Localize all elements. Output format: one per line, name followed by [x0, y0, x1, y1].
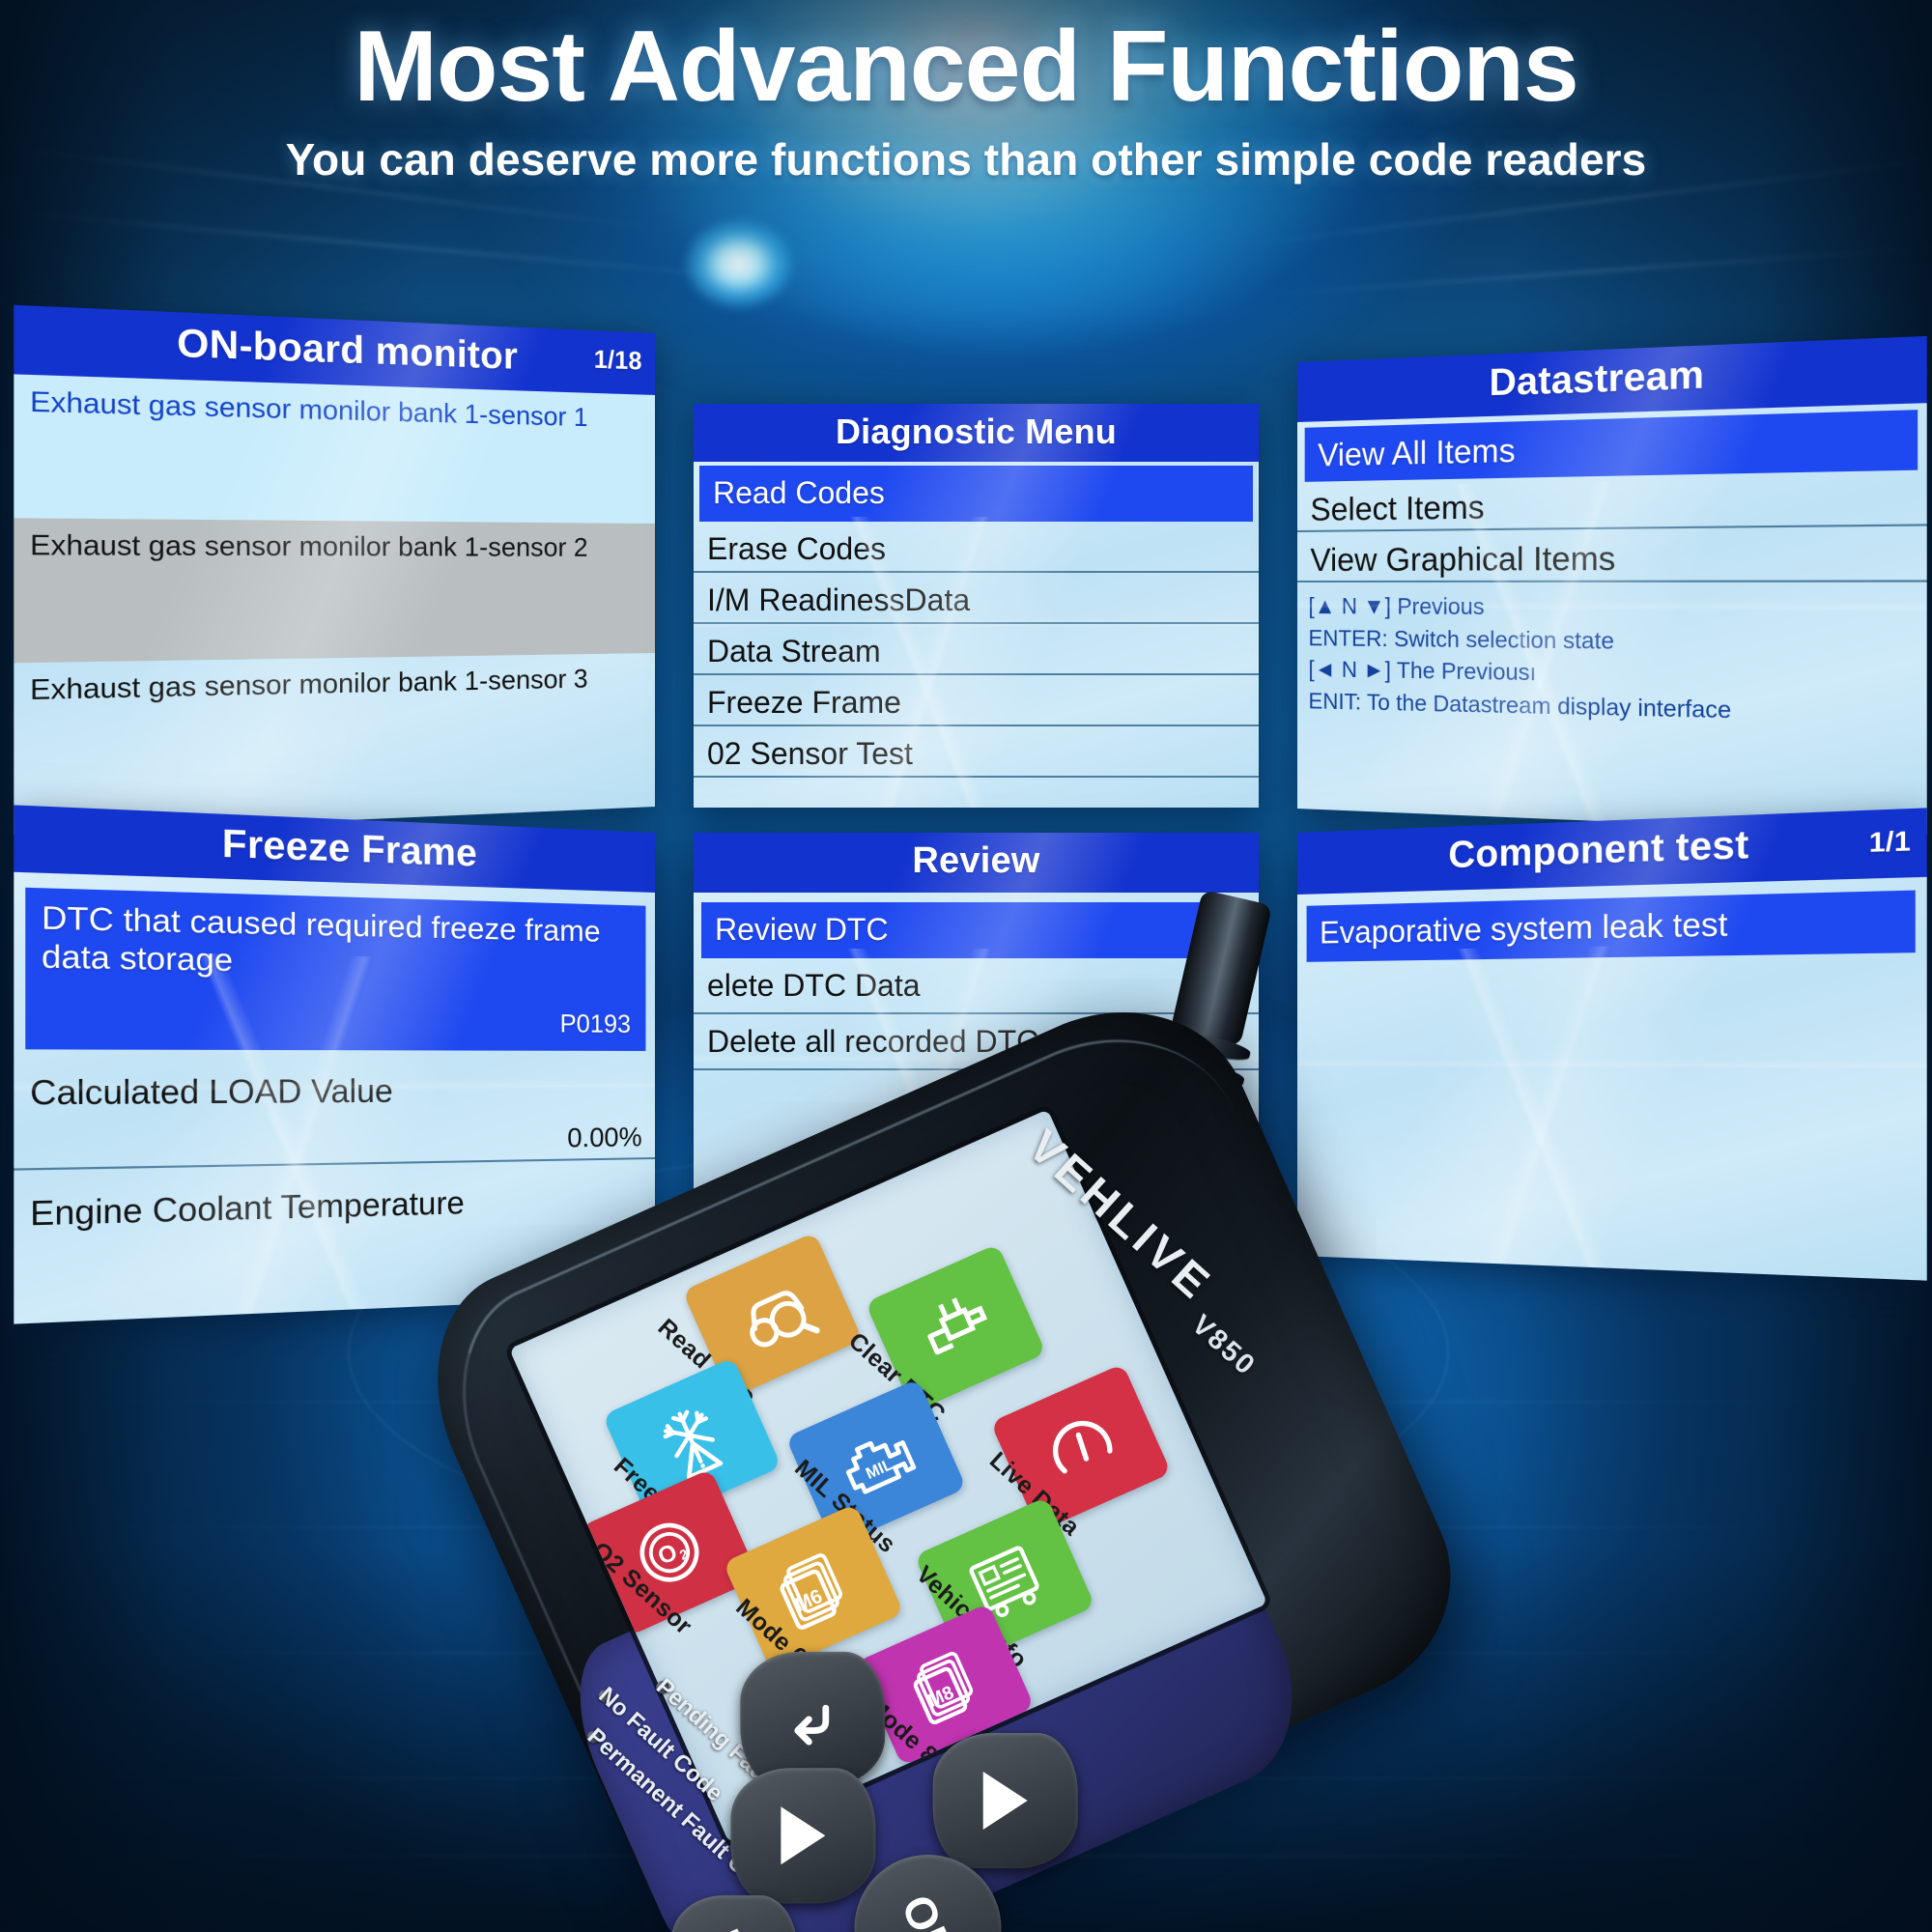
tile-live-data[interactable] — [990, 1363, 1172, 1532]
list-item-label: Select Items — [1310, 488, 1485, 527]
panel-title: Datastream — [1489, 354, 1705, 405]
list-item[interactable]: Data Stream — [694, 624, 1259, 675]
hero-heading: Most Advanced Functions You can deserve … — [0, 14, 1932, 185]
ok-label: OK — [891, 1887, 965, 1932]
list-item-label: DTC that caused required freeze frame da… — [41, 898, 601, 979]
list-item-label: Exhaust gas sensor monilor bank 1-sensor… — [30, 664, 588, 706]
device-shell: Read DTC Clear DTC Freeze MIL MIL Status… — [395, 967, 1489, 1932]
list-item[interactable]: Select Items — [1297, 469, 1927, 532]
panel-title: Freeze Frame — [221, 822, 477, 875]
wrench-icon — [926, 1297, 987, 1355]
list-item[interactable]: Exhaust gas sensor monilor bank 1-sensor… — [14, 518, 656, 664]
list-item[interactable]: Evaporative system leak test — [1306, 890, 1916, 962]
car-magnifier-icon — [749, 1291, 820, 1348]
page-indicator: 1/1 — [1868, 824, 1912, 859]
list-item-label: Freeze Frame — [707, 685, 901, 720]
down-button[interactable] — [932, 1732, 1078, 1868]
list-item[interactable]: Erase Codes — [694, 522, 1259, 573]
back-button[interactable] — [740, 1651, 886, 1787]
list-item-label: Exhaust gas sensor monilor bank 1-sensor… — [30, 528, 588, 562]
panel-header: Review — [694, 833, 1259, 893]
screenshot-panel-datastream: Datastream View All Items Select Items V… — [1297, 335, 1927, 836]
list-item[interactable]: Exhaust gas sensor monilor bank 1-sensor… — [14, 374, 656, 524]
list-item-label: View Graphical Items — [1310, 539, 1616, 578]
obd2-scanner-device: Read DTC Clear DTC Freeze MIL MIL Status… — [208, 889, 1489, 1932]
panel-body: View All Items Select Items View Graphic… — [1297, 410, 1927, 732]
panel-title: Review — [912, 840, 1040, 881]
hint-line: [▲ N ▼] Previous — [1308, 593, 1485, 620]
page-subtitle: You can deserve more functions than othe… — [285, 134, 1647, 185]
up-button[interactable] — [730, 1768, 876, 1904]
panel-body: Read Codes Erase Codes I/M ReadinessData… — [694, 466, 1259, 778]
screenshot-panel-onboard-monitor: ON-board monitor 1/18 Exhaust gas sensor… — [14, 304, 656, 836]
list-item-label: I/M ReadinessData — [707, 582, 971, 617]
list-item-label: elete DTC Data — [707, 968, 921, 1003]
arrow-up-icon — [781, 1806, 826, 1865]
panel-title: Diagnostic Menu — [835, 412, 1118, 451]
screenshot-panel-diagnostic-menu: Diagnostic Menu Read Codes Erase Codes I… — [694, 404, 1259, 808]
keyboard-hints: [▲ N ▼] Previous ENTER: Switch selection… — [1297, 582, 1927, 732]
list-item[interactable]: Review DTC — [701, 902, 1251, 958]
list-item[interactable]: View Graphical Items — [1297, 526, 1927, 582]
list-item-label: Read Codes — [713, 475, 885, 510]
panel-body: Exhaust gas sensor monilor bank 1-sensor… — [14, 374, 656, 808]
back-return-icon — [794, 1704, 830, 1746]
list-item[interactable]: Freeze Frame — [694, 675, 1259, 726]
list-item[interactable]: 02 Sensor Test — [694, 726, 1259, 778]
list-item-label: Erase Codes — [707, 531, 886, 566]
list-item-label: View All Items — [1318, 431, 1516, 473]
list-item-label: 02 Sensor Test — [707, 736, 913, 771]
panel-body: Evaporative system leak test — [1297, 890, 1927, 962]
panel-title: ON-board monitor — [177, 321, 518, 379]
list-item-label: Evaporative system leak test — [1320, 905, 1728, 951]
page-indicator: 1/18 — [593, 344, 642, 376]
list-item[interactable]: I/M ReadinessData — [694, 573, 1259, 624]
list-item-label: Review DTC — [715, 912, 889, 947]
arrow-down-icon — [982, 1771, 1028, 1830]
im-label: I/M — [703, 1923, 765, 1932]
page-title: Most Advanced Functions — [354, 11, 1578, 123]
list-item[interactable]: Read Codes — [699, 466, 1253, 522]
panel-title: Component test — [1448, 823, 1749, 877]
panel-header: Diagnostic Menu — [694, 404, 1259, 462]
list-item-label: Exhaust gas sensor monilor bank 1-sensor… — [30, 385, 588, 433]
list-item-label: Data Stream — [707, 634, 881, 668]
list-item[interactable]: Exhaust gas sensor monilor bank 1-sensor… — [14, 653, 655, 808]
